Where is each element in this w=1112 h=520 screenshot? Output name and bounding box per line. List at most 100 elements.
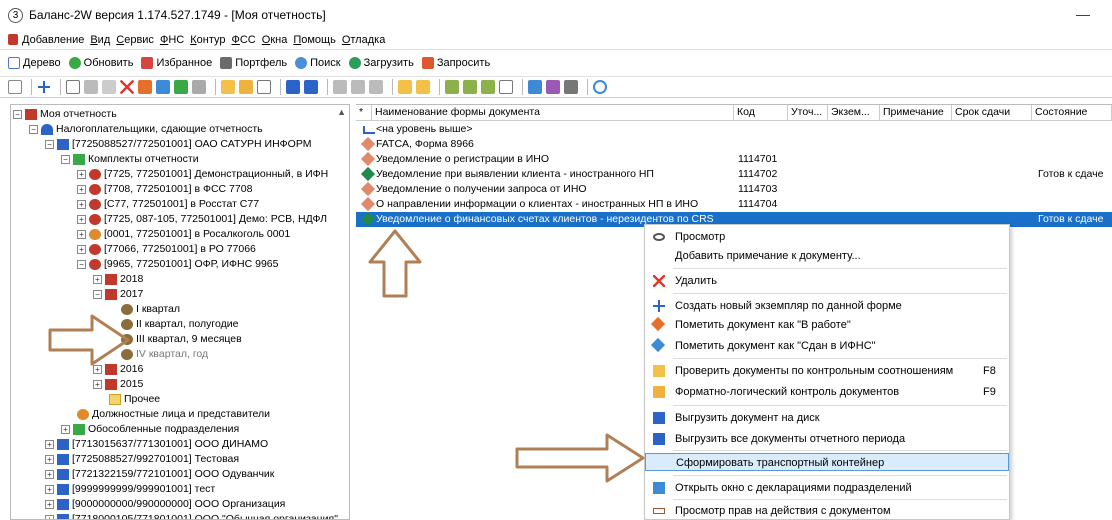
copy-icon[interactable] — [102, 80, 116, 94]
column-header-state[interactable]: Состояние — [1032, 105, 1112, 121]
refresh-button[interactable]: Обновить — [68, 56, 133, 69]
tree-other[interactable]: Прочее — [109, 392, 160, 407]
tree-org[interactable]: + [7721322159/772101001] ООО Одуванчик — [45, 467, 274, 482]
menu-item-add-note[interactable]: Добавить примечание к документу... — [645, 247, 1009, 265]
expand-icon[interactable]: + — [93, 380, 102, 389]
collapse-icon[interactable]: − — [29, 125, 38, 134]
menu-windows[interactable]: Окна — [262, 34, 288, 46]
menu-item-mark-in-work[interactable]: Пометить документ как "В работе" — [645, 316, 1009, 334]
tree-taxpayers[interactable]: − Налогоплательщики, сдающие отчетность — [29, 122, 263, 137]
export-all-icon[interactable] — [304, 80, 318, 94]
xml-b-icon[interactable] — [416, 80, 430, 94]
tree-kit-item[interactable]: + [С77, 772501001] в Росстат С77 — [77, 197, 259, 212]
expand-icon[interactable]: + — [45, 500, 54, 509]
expand-icon[interactable]: + — [45, 470, 54, 479]
menu-debug[interactable]: Отладка — [342, 34, 386, 46]
expand-icon[interactable]: + — [77, 230, 86, 239]
check-ratio-icon[interactable] — [221, 80, 235, 94]
export-doc-icon[interactable] — [286, 80, 300, 94]
tree-quarter[interactable]: III квартал, 9 месяцев — [121, 332, 242, 347]
request-button[interactable]: Запросить — [421, 56, 490, 69]
menu-item-view-rights[interactable]: Просмотр прав на действия с документом — [645, 502, 1009, 520]
tree-kit-item[interactable]: + [7708, 772501001] в ФСС 7708 — [77, 182, 252, 197]
menu-help[interactable]: Помощь — [293, 34, 336, 46]
expand-icon[interactable]: + — [77, 185, 86, 194]
load-button[interactable]: Загрузить — [348, 56, 414, 69]
tool-a-icon[interactable] — [445, 80, 459, 94]
menu-view[interactable]: Вид — [90, 34, 110, 46]
rights-icon[interactable] — [546, 80, 560, 94]
mark-submitted-icon[interactable] — [156, 80, 170, 94]
table-row[interactable]: FATCA, Форма 8966 — [356, 136, 1112, 152]
menu-fss[interactable]: ФСС — [231, 34, 255, 46]
column-header-copies[interactable]: Экзем... — [828, 105, 880, 121]
tree-button[interactable]: Дерево — [8, 56, 61, 69]
column-header-clarification[interactable]: Уточ... — [788, 105, 828, 121]
table-row[interactable]: О направлении информации о клиентах - ин… — [356, 196, 1112, 212]
expand-icon[interactable]: + — [45, 455, 54, 464]
edit-icon[interactable] — [66, 80, 80, 94]
tree-org[interactable]: + [7718000105/771801001] ООО "Обычная ор… — [45, 512, 338, 519]
divisions-icon[interactable] — [528, 80, 542, 94]
expand-icon[interactable]: + — [77, 200, 86, 209]
delete-icon[interactable] — [120, 80, 134, 94]
menu-item-new-instance[interactable]: Создать новый экземпляр по данной форме — [645, 297, 1009, 315]
tree-org[interactable]: + [7725088527/992701001] Тестовая — [45, 452, 239, 467]
table-row[interactable]: Уведомление о регистрации в ИНО 1114701 — [356, 151, 1112, 167]
scroll-up-icon[interactable]: ▲ — [337, 107, 346, 117]
view-icon[interactable] — [8, 80, 22, 94]
help-icon[interactable] — [593, 80, 607, 94]
collapse-icon[interactable]: − — [45, 140, 54, 149]
collapse-icon[interactable]: − — [93, 290, 102, 299]
favorites-button[interactable]: Избранное — [141, 56, 212, 69]
expand-icon[interactable]: + — [93, 275, 102, 284]
minimize-button[interactable]: — — [1076, 6, 1090, 22]
tree-kit-item[interactable]: + [7725, 772501001] Демонстрационный, в … — [77, 167, 328, 182]
tree-quarter-selected[interactable]: IV квартал, год — [121, 347, 208, 362]
menu-item-delete[interactable]: Удалить — [645, 272, 1009, 290]
mark-green-icon[interactable] — [174, 80, 188, 94]
expand-icon[interactable]: + — [77, 215, 86, 224]
tree-year[interactable]: + 2018 — [93, 272, 143, 287]
column-header-deadline[interactable]: Срок сдачи — [952, 105, 1032, 121]
tree-org[interactable]: + [7713015637/771301001] ООО ДИНАМО — [45, 437, 268, 452]
collapse-icon[interactable]: − — [61, 155, 70, 164]
table-row[interactable]: <на уровень выше> — [356, 122, 1112, 137]
menu-item-export-all[interactable]: Выгрузить все документы отчетного период… — [645, 430, 1009, 448]
menu-add[interactable]: Добавление — [22, 34, 84, 46]
menu-service[interactable]: Сервис — [116, 34, 154, 46]
tree-year[interactable]: + 2015 — [93, 377, 143, 392]
xml-control-icon[interactable] — [239, 80, 253, 94]
search-button[interactable]: Поиск — [295, 56, 341, 69]
menu-kontur[interactable]: Контур — [190, 34, 225, 46]
tree-org-main[interactable]: − [7725088527/772501001] ОАО САТУРН ИНФО… — [45, 137, 311, 152]
menu-item-check-ratios[interactable]: Проверить документы по контрольным соотн… — [645, 362, 1009, 380]
expand-icon[interactable]: + — [45, 440, 54, 449]
tree-quarter[interactable]: II квартал, полугодие — [121, 317, 238, 332]
settings-icon[interactable] — [564, 80, 578, 94]
tree-org[interactable]: + [9000000000/990000000] ООО Организация — [45, 497, 285, 512]
tree-kit-item[interactable]: + [77066, 772501001] в РО 77066 — [77, 242, 256, 257]
table-row[interactable]: Уведомление при выявлении клиента - инос… — [356, 166, 1112, 182]
sign-icon[interactable] — [333, 80, 347, 94]
menu-item-export-doc[interactable]: Выгрузить документ на диск — [645, 409, 1009, 427]
expand-icon[interactable]: + — [61, 425, 70, 434]
xml-a-icon[interactable] — [398, 80, 412, 94]
tree-divisions[interactable]: + Обособленные подразделения — [61, 422, 239, 437]
tree-kit-item[interactable]: + [0001, 772501001] в Росалкоголь 0001 — [77, 227, 290, 242]
expand-icon[interactable]: + — [77, 170, 86, 179]
tree-kits[interactable]: − Комплекты отчетности — [61, 152, 199, 167]
tree-year[interactable]: − 2017 — [93, 287, 143, 302]
expand-icon[interactable]: + — [45, 515, 54, 519]
tool-c-icon[interactable] — [481, 80, 495, 94]
tool-d-icon[interactable] — [499, 80, 513, 94]
table-row[interactable]: Уведомление о получении запроса от ИНО 1… — [356, 181, 1112, 197]
menu-item-create-container[interactable]: Сформировать транспортный контейнер — [645, 453, 1009, 471]
expand-icon[interactable]: + — [45, 485, 54, 494]
collapse-icon[interactable]: − — [13, 110, 22, 119]
tree-kit-item[interactable]: + [7725, 087-105, 772501001] Демо: РСВ, … — [77, 212, 327, 227]
tool-b-icon[interactable] — [463, 80, 477, 94]
add-icon[interactable] — [37, 80, 51, 94]
tree-root[interactable]: − Моя отчетность — [13, 107, 117, 122]
column-header-note[interactable]: Примечание — [880, 105, 952, 121]
